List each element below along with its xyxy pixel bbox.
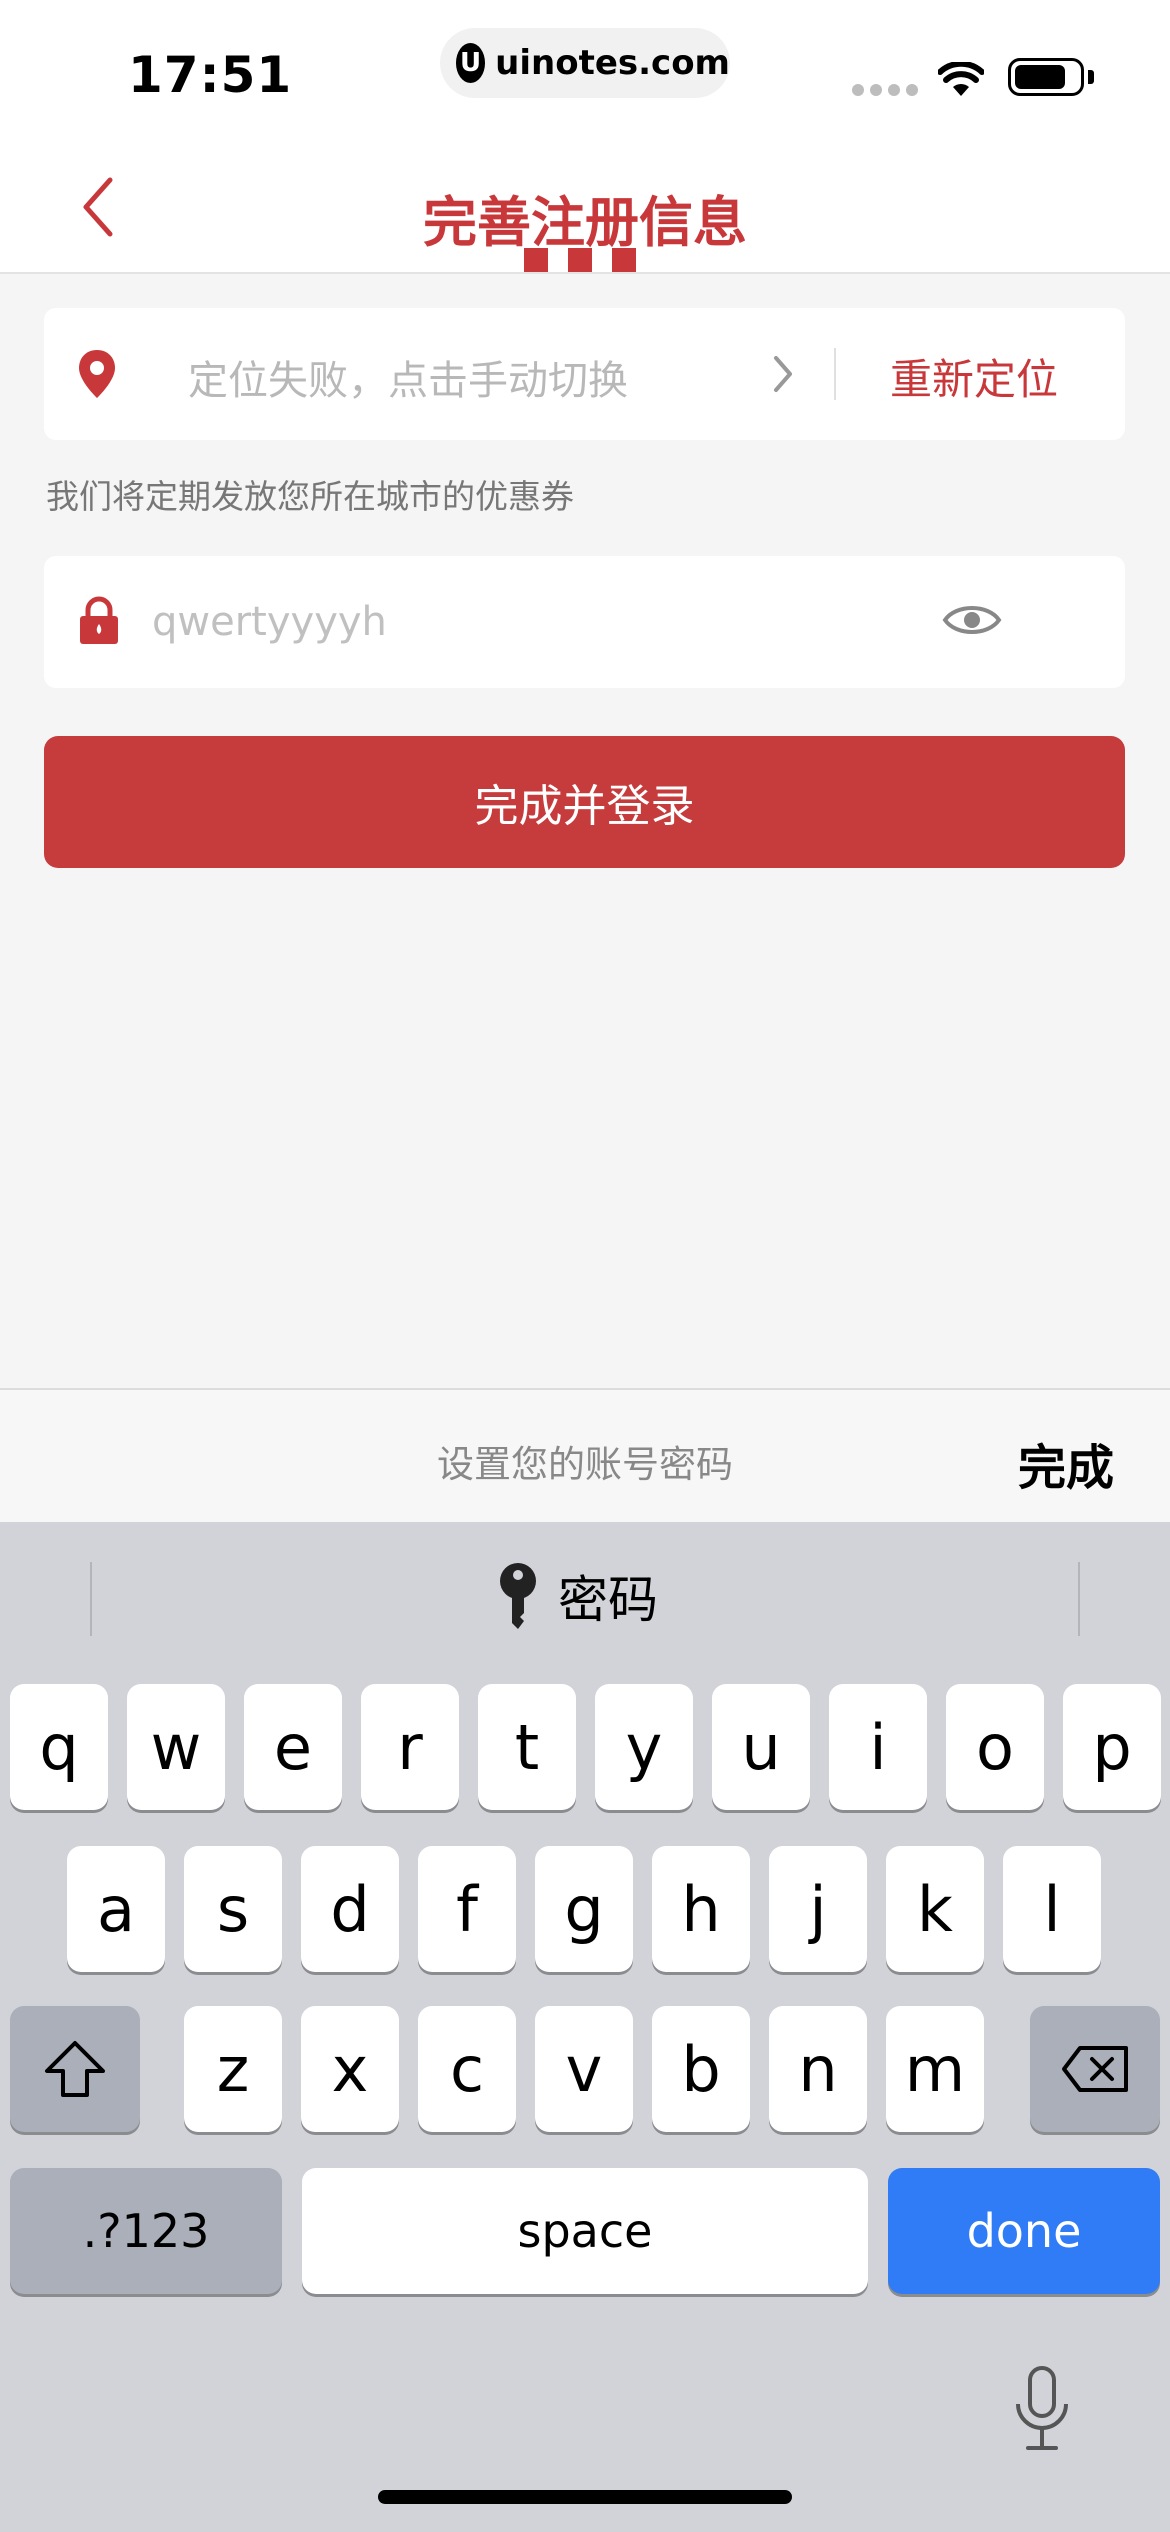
key-b[interactable]: b <box>652 2006 750 2132</box>
suggestion-divider <box>90 1562 92 1636</box>
key-g[interactable]: g <box>535 1846 633 1972</box>
key-l[interactable]: l <box>1003 1846 1101 1972</box>
key-icon <box>500 1563 536 1629</box>
key-m[interactable]: m <box>886 2006 984 2132</box>
key-q[interactable]: q <box>10 1684 108 1810</box>
location-pin-icon <box>79 350 115 398</box>
keyboard-accessory-bar: 设置您的账号密码 完成 <box>0 1388 1170 1522</box>
space-key[interactable]: space <box>302 2168 868 2294</box>
backspace-icon <box>1062 2046 1128 2092</box>
battery-icon <box>1008 58 1084 96</box>
key-u[interactable]: u <box>712 1684 810 1810</box>
cellular-signal-icon <box>852 84 918 96</box>
key-j[interactable]: j <box>769 1846 867 1972</box>
done-key[interactable]: done <box>888 2168 1160 2294</box>
coupon-hint: 我们将定期发放您所在城市的优惠券 <box>46 477 574 516</box>
key-i[interactable]: i <box>829 1684 927 1810</box>
location-placeholder[interactable]: 定位失败，点击手动切换 <box>188 348 628 406</box>
eye-icon[interactable] <box>942 598 1002 642</box>
wifi-icon <box>938 62 984 96</box>
site-logo-icon: U <box>456 43 486 83</box>
key-p[interactable]: p <box>1063 1684 1161 1810</box>
url-pill[interactable]: U uinotes.com <box>440 28 730 98</box>
key-k[interactable]: k <box>886 1846 984 1972</box>
status-time: 17:51 <box>128 46 293 104</box>
nav-bar: 完善注册信息 <box>0 140 1170 274</box>
key-o[interactable]: o <box>946 1684 1044 1810</box>
key-c[interactable]: c <box>418 2006 516 2132</box>
key-d[interactable]: d <box>301 1846 399 1972</box>
key-s[interactable]: s <box>184 1846 282 1972</box>
complete-login-button[interactable]: 完成并登录 <box>44 736 1125 868</box>
status-bar: 17:51 U uinotes.com <box>0 0 1170 140</box>
key-z[interactable]: z <box>184 2006 282 2132</box>
shift-key[interactable] <box>10 2006 140 2132</box>
key-t[interactable]: t <box>478 1684 576 1810</box>
key-n[interactable]: n <box>769 2006 867 2132</box>
key-y[interactable]: y <box>595 1684 693 1810</box>
relocate-button[interactable]: 重新定位 <box>890 346 1058 407</box>
key-v[interactable]: v <box>535 2006 633 2132</box>
key-f[interactable]: f <box>418 1846 516 1972</box>
shift-icon <box>45 2041 105 2097</box>
accessory-done-button[interactable]: 完成 <box>1018 1428 1114 1498</box>
suggestion-divider <box>1078 1562 1080 1636</box>
password-input[interactable] <box>152 586 932 658</box>
key-h[interactable]: h <box>652 1846 750 1972</box>
key-x[interactable]: x <box>301 2006 399 2132</box>
title-decoration <box>524 248 636 272</box>
location-divider <box>834 348 836 400</box>
location-selector[interactable]: 定位失败，点击手动切换 重新定位 <box>44 308 1125 440</box>
password-field[interactable] <box>44 556 1125 688</box>
password-suggestion[interactable]: 密码 <box>496 1560 658 1632</box>
home-indicator <box>378 2490 792 2504</box>
battery-cap <box>1088 70 1094 84</box>
suggestion-label: 密码 <box>558 1571 658 1629</box>
suggestion-bar: 密码 <box>0 1522 1170 1672</box>
chevron-right-icon <box>774 356 792 392</box>
key-e[interactable]: e <box>244 1684 342 1810</box>
lock-icon <box>80 596 118 644</box>
key-r[interactable]: r <box>361 1684 459 1810</box>
accessory-hint: 设置您的账号密码 <box>437 1443 733 1486</box>
numbers-key[interactable]: .?123 <box>10 2168 282 2294</box>
url-text: uinotes.com <box>495 43 730 83</box>
key-a[interactable]: a <box>67 1846 165 1972</box>
microphone-icon[interactable] <box>1010 2364 1074 2454</box>
page-title: 完善注册信息 <box>423 191 747 254</box>
backspace-key[interactable] <box>1030 2006 1160 2132</box>
key-w[interactable]: w <box>127 1684 225 1810</box>
